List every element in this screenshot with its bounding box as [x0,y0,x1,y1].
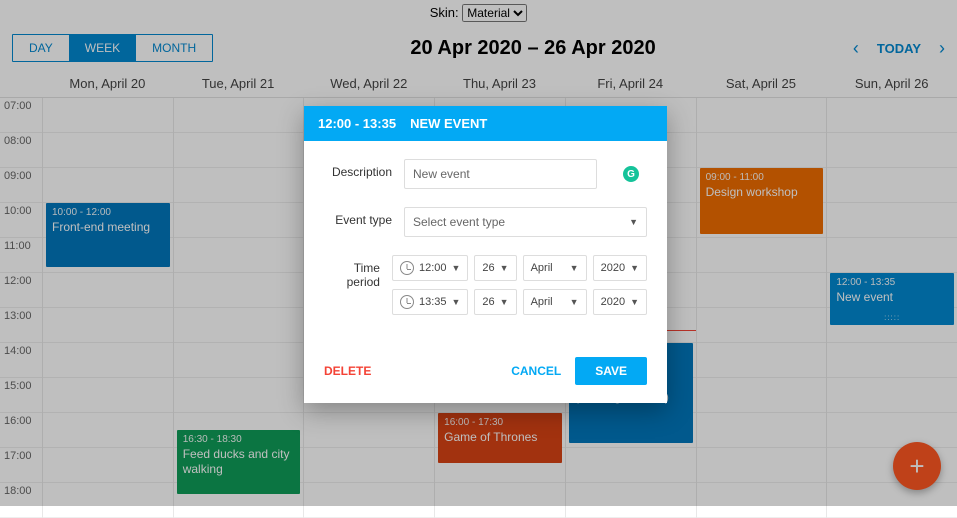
start-year-select[interactable]: 2020▼ [593,255,647,281]
cancel-button[interactable]: CANCEL [511,364,561,378]
delete-button[interactable]: DELETE [324,364,371,378]
end-day-select[interactable]: 26▼ [474,289,516,315]
grammar-check-icon[interactable]: G [623,166,639,182]
clock-icon [400,261,414,275]
start-time-select[interactable]: 12:00▼ [392,255,468,281]
modal-footer: DELETE CANCEL SAVE [304,345,667,403]
start-month-select[interactable]: April▼ [523,255,587,281]
chevron-down-icon: ▼ [629,217,638,227]
type-label: Event type [324,207,404,227]
desc-input[interactable] [404,159,597,189]
clock-icon [400,295,414,309]
event-type-select[interactable]: Select event type ▼ [404,207,647,237]
desc-label: Description [324,159,404,179]
end-year-select[interactable]: 2020▼ [593,289,647,315]
end-time-select[interactable]: 13:35▼ [392,289,468,315]
save-button[interactable]: SAVE [575,357,647,385]
modal-title: NEW EVENT [410,116,487,131]
modal-time: 12:00 - 13:35 [318,116,396,131]
event-modal: 12:00 - 13:35 NEW EVENT Description G Ev… [304,106,667,403]
period-label: Time period [324,255,392,289]
modal-body: Description G Event type Select event ty… [304,141,667,345]
end-month-select[interactable]: April▼ [523,289,587,315]
start-day-select[interactable]: 26▼ [474,255,516,281]
modal-header: 12:00 - 13:35 NEW EVENT [304,106,667,141]
